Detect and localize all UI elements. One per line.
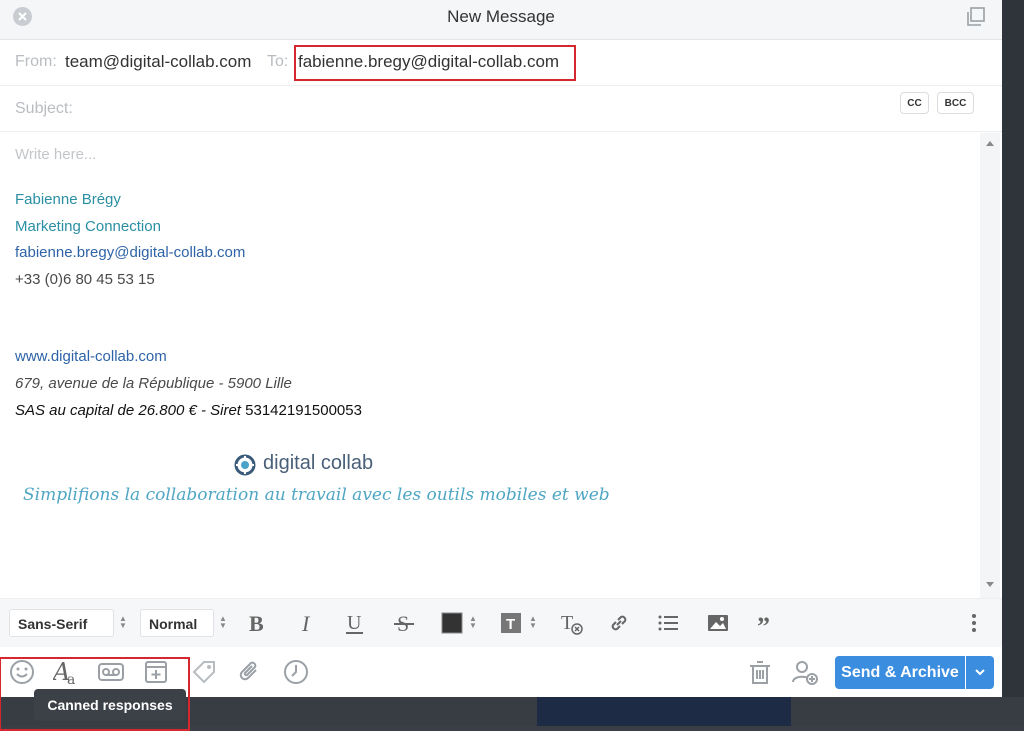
svg-text:T: T: [561, 612, 573, 634]
link-icon[interactable]: [607, 611, 631, 635]
add-contact-icon[interactable]: [791, 658, 819, 686]
signature-website-link[interactable]: www.digital-collab.com: [15, 348, 167, 365]
scroll-up-arrow[interactable]: [986, 141, 994, 146]
schedule-icon[interactable]: [282, 658, 310, 686]
from-value[interactable]: team@digital-collab.com: [65, 52, 251, 72]
highlight-arrows: ▲ ▼: [529, 614, 537, 630]
send-options-button[interactable]: [966, 656, 994, 689]
to-highlight-box: [294, 45, 576, 81]
clear-format-icon[interactable]: T: [560, 611, 584, 635]
popout-button[interactable]: [965, 6, 987, 28]
window-title: New Message: [447, 7, 555, 26]
tag-icon[interactable]: [190, 658, 218, 686]
italic-icon[interactable]: I: [296, 611, 320, 635]
format-toolbar: Sans-Serif ▲▼ Normal ▲▼ B I U S ▲▼ T ▲▼ …: [0, 598, 1002, 647]
font-family-select[interactable]: Sans-Serif: [9, 609, 114, 637]
trash-icon[interactable]: [746, 658, 774, 686]
signature-phone: +33 (0)6 80 45 53 15: [15, 271, 155, 288]
list-icon[interactable]: [656, 611, 680, 635]
signature-logo: digital collab Simplifions la collaborat…: [15, 451, 615, 521]
signature-name: Fabienne Brégy: [15, 191, 121, 208]
quote-icon[interactable]: ”: [755, 611, 779, 635]
bold-icon[interactable]: B: [246, 611, 270, 635]
subject-field[interactable]: Subject:: [15, 100, 73, 118]
compose-window: New Message From: team@digital-collab.co…: [0, 0, 1002, 731]
font-size-select[interactable]: Normal: [140, 609, 214, 637]
from-label: From:: [15, 53, 57, 70]
svg-text:”: ”: [757, 612, 770, 635]
attachment-icon[interactable]: [236, 658, 264, 686]
scroll-down-arrow[interactable]: [986, 582, 994, 587]
signature-legal: SAS au capital de 26.800 € - Siret 53142…: [15, 402, 362, 419]
logo-tagline: Simplifions la collaboration au travail …: [23, 485, 610, 505]
signature-email-link[interactable]: fabienne.bregy@digital-collab.com: [15, 244, 245, 261]
message-body[interactable]: Write here... Fabienne Brégy Marketing C…: [0, 133, 980, 598]
svg-text:B: B: [249, 611, 264, 635]
background-panel: [537, 697, 791, 726]
svg-text:T: T: [506, 616, 515, 633]
title-bar: New Message: [0, 0, 1002, 40]
signature-title: Marketing Connection: [15, 218, 161, 235]
image-icon[interactable]: [706, 611, 730, 635]
more-icon[interactable]: [962, 611, 986, 635]
logo-brand: digital collab: [263, 452, 374, 474]
text-color-icon[interactable]: [441, 611, 465, 635]
underline-icon[interactable]: U: [343, 611, 367, 635]
body-placeholder: Write here...: [15, 146, 97, 163]
strikethrough-icon[interactable]: S: [392, 611, 416, 635]
subject-row: Subject:: [0, 86, 1002, 132]
logo-mark-icon: [234, 454, 256, 476]
signature-legal-text: SAS au capital de 26.800 € - Siret: [15, 402, 241, 419]
signature-siret: 53142191500053: [245, 402, 362, 419]
background-right: [1002, 0, 1024, 726]
svg-text:I: I: [301, 611, 311, 635]
svg-text:U: U: [347, 612, 362, 634]
popout-icon: [967, 7, 985, 26]
send-archive-button[interactable]: Send & Archive: [835, 656, 965, 689]
canned-responses-tooltip: Canned responses: [34, 689, 186, 721]
chevron-down-icon: [975, 669, 985, 676]
font-family-arrows: ▲ ▼: [119, 614, 127, 630]
signature-address: 679, avenue de la République - 5900 Lill…: [15, 375, 292, 392]
text-color-arrows: ▲ ▼: [469, 614, 477, 630]
font-size-arrows: ▲ ▼: [219, 614, 227, 630]
scrollbar[interactable]: [980, 133, 1000, 598]
highlight-icon[interactable]: T: [500, 611, 524, 635]
to-label: To:: [267, 53, 289, 70]
